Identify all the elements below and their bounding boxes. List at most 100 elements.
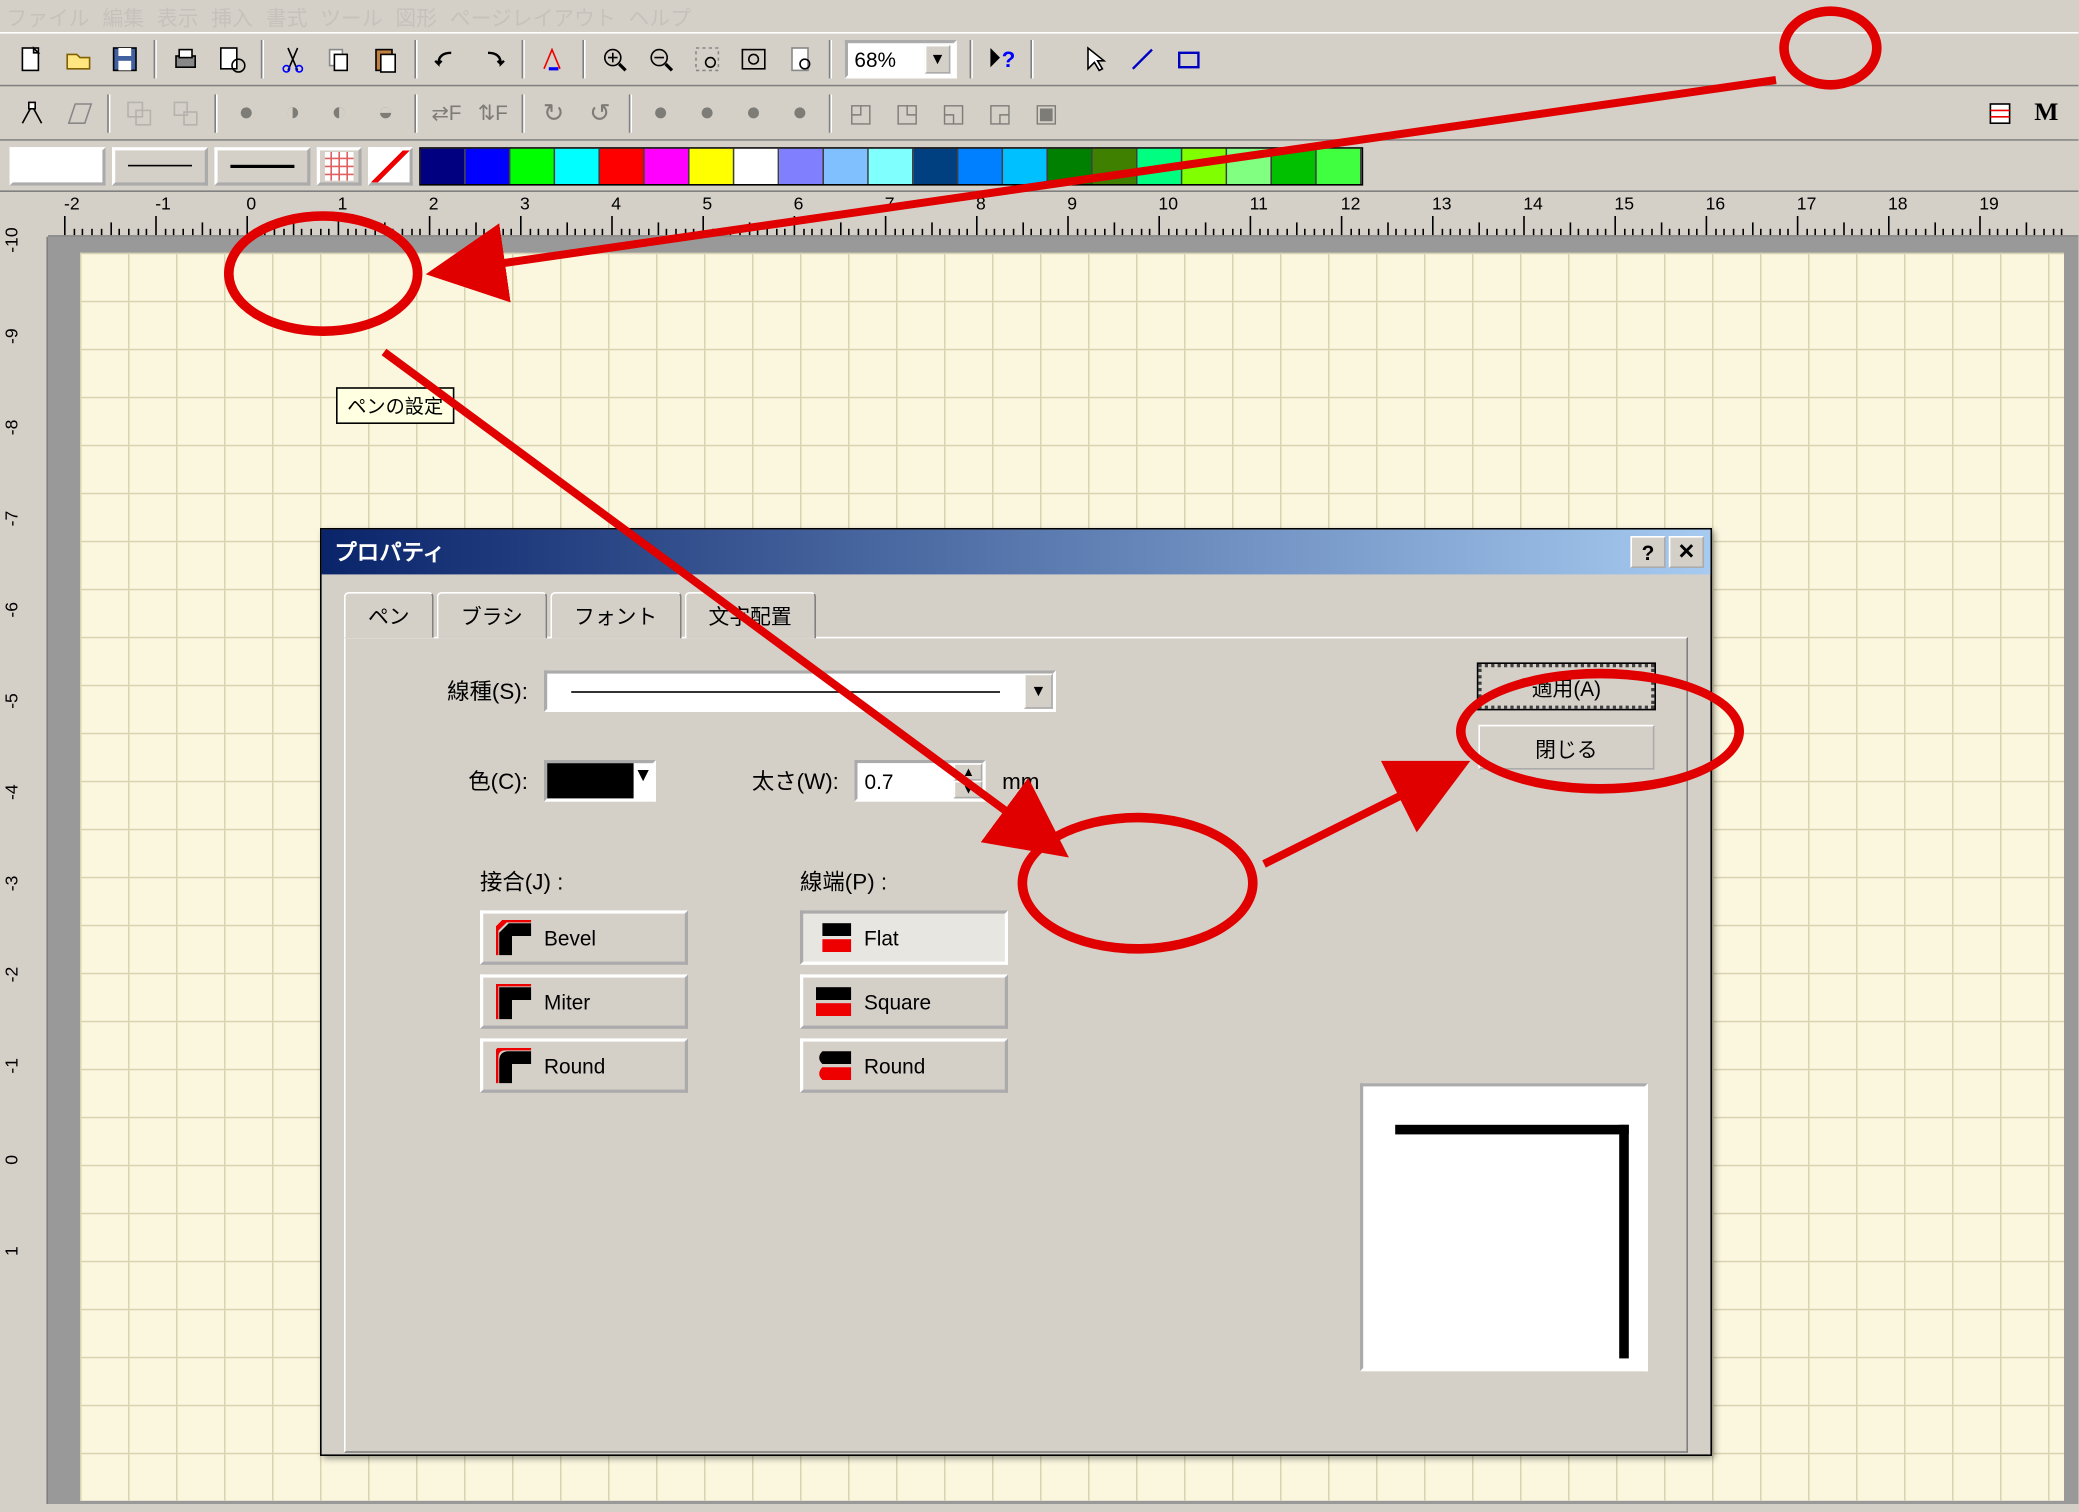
open-button[interactable] (56, 37, 101, 82)
paste-button[interactable] (363, 37, 408, 82)
palette-color[interactable] (824, 148, 869, 183)
cut-button[interactable] (270, 37, 315, 82)
align-tl-button[interactable]: ◰ (838, 90, 883, 135)
zoom-combo[interactable]: ▼ (845, 40, 957, 78)
dropdown-icon[interactable]: ▼ (1024, 674, 1053, 709)
palette-color[interactable] (1182, 148, 1227, 183)
square-cap-icon (816, 984, 851, 1019)
line-style-button[interactable] (112, 146, 208, 184)
tab-pen[interactable]: ペン (344, 592, 434, 638)
save-button[interactable] (102, 37, 147, 82)
zoom-page-button[interactable] (778, 37, 823, 82)
align-c-button[interactable]: ▣ (1024, 90, 1069, 135)
palette-color[interactable] (466, 148, 511, 183)
front-button[interactable]: ● (638, 90, 683, 135)
backward-button[interactable]: ● (731, 90, 776, 135)
forward-button[interactable]: ● (685, 90, 730, 135)
palette-color[interactable] (1227, 148, 1272, 183)
tab-font[interactable]: フォント (550, 592, 681, 638)
dialog-titlebar[interactable]: プロパティ ? ✕ (322, 530, 1711, 575)
copy-button[interactable] (317, 37, 362, 82)
join-bevel-button[interactable]: Bevel (480, 910, 688, 964)
width-spinner[interactable]: ▲ ▼ (855, 760, 986, 802)
align-tr-button[interactable]: ◳ (885, 90, 930, 135)
flip-h-button[interactable]: ⇄F (424, 90, 469, 135)
join-round-button[interactable]: Round (480, 1038, 688, 1092)
palette-color[interactable] (645, 148, 690, 183)
palette-color[interactable] (734, 148, 779, 183)
cap-square-button[interactable]: Square (800, 974, 1008, 1028)
union-button[interactable]: ● (224, 90, 269, 135)
apply-button[interactable]: 適用(A) (1478, 664, 1654, 709)
palette-color[interactable] (1272, 148, 1317, 183)
rotate-cw-button[interactable]: ↻ (531, 90, 576, 135)
select-tool-button[interactable] (1074, 37, 1119, 82)
palette-color[interactable] (1317, 148, 1362, 183)
spin-down-icon[interactable]: ▼ (954, 781, 983, 799)
align-bl-button[interactable]: ◱ (931, 90, 976, 135)
palette-color[interactable] (1093, 148, 1138, 183)
dropdown-icon[interactable]: ▼ (634, 763, 653, 798)
align-br-button[interactable]: ◲ (978, 90, 1023, 135)
dialog-close-button[interactable]: ✕ (1669, 536, 1704, 568)
flip-v-button[interactable]: ⇅F (470, 90, 515, 135)
zoom-dropdown-icon[interactable]: ▼ (925, 45, 951, 74)
tab-brush[interactable]: ブラシ (437, 592, 547, 638)
zoom-in-button[interactable] (592, 37, 637, 82)
xor-button[interactable]: ◒ (363, 90, 408, 135)
back-button[interactable]: ● (778, 90, 823, 135)
zoom-fit-button[interactable] (731, 37, 776, 82)
zoom-input[interactable] (854, 47, 924, 71)
palette-color[interactable] (1138, 148, 1183, 183)
palette-color[interactable] (1048, 148, 1093, 183)
palette-color[interactable] (779, 148, 824, 183)
ungroup-button[interactable] (163, 90, 208, 135)
cap-flat-button[interactable]: Flat (800, 910, 1008, 964)
zoom-area-button[interactable] (685, 37, 730, 82)
color-combo[interactable]: ▼ (544, 760, 656, 802)
palette-color[interactable] (421, 148, 466, 183)
round-join-icon (496, 1048, 531, 1083)
group-button[interactable] (117, 90, 162, 135)
help-button[interactable]: ? (979, 37, 1024, 82)
spin-up-icon[interactable]: ▲ (954, 763, 983, 781)
palette-color[interactable] (1003, 148, 1048, 183)
redo-button[interactable] (470, 37, 515, 82)
none-fill-button[interactable] (368, 146, 413, 184)
palette-color[interactable] (555, 148, 600, 183)
edit-tool-button[interactable] (531, 37, 576, 82)
subtract-button[interactable]: ◐ (317, 90, 362, 135)
layers-button[interactable] (1978, 90, 2023, 135)
print-preview-button[interactable] (210, 37, 255, 82)
fill-swatch-button[interactable] (10, 146, 106, 184)
zoom-out-button[interactable] (638, 37, 683, 82)
cap-round-button[interactable]: Round (800, 1038, 1008, 1092)
width-unit: mm (1002, 768, 1039, 794)
palette-color[interactable] (600, 148, 645, 183)
undo-button[interactable] (424, 37, 469, 82)
palette-color[interactable] (510, 148, 555, 183)
line-weight-button[interactable] (214, 146, 310, 184)
node-edit-button[interactable] (10, 90, 55, 135)
close-button[interactable]: 閉じる (1478, 725, 1654, 770)
width-input[interactable] (858, 763, 954, 798)
rect-tool-button[interactable] (1166, 37, 1211, 82)
palette-color[interactable] (869, 148, 914, 183)
intersect-button[interactable]: ◑ (270, 90, 315, 135)
shear-button[interactable] (56, 90, 101, 135)
new-button[interactable] (10, 37, 55, 82)
line-type-combo[interactable]: ▼ (544, 670, 1056, 712)
color-label: 色(C): (384, 765, 528, 797)
print-button[interactable] (163, 37, 208, 82)
rotate-ccw-button[interactable]: ↺ (578, 90, 623, 135)
line-tool-button[interactable] (1120, 37, 1165, 82)
palette-color[interactable] (958, 148, 1003, 183)
tab-textlayout[interactable]: 文字配置 (684, 592, 815, 638)
join-miter-button[interactable]: Miter (480, 974, 688, 1028)
hatch-button[interactable] (317, 146, 362, 184)
toolbar-main: ▼ ? (0, 32, 2078, 86)
m-button[interactable]: M (2024, 90, 2069, 135)
palette-color[interactable] (690, 148, 735, 183)
dialog-help-button[interactable]: ? (1630, 536, 1665, 568)
palette-color[interactable] (914, 148, 959, 183)
